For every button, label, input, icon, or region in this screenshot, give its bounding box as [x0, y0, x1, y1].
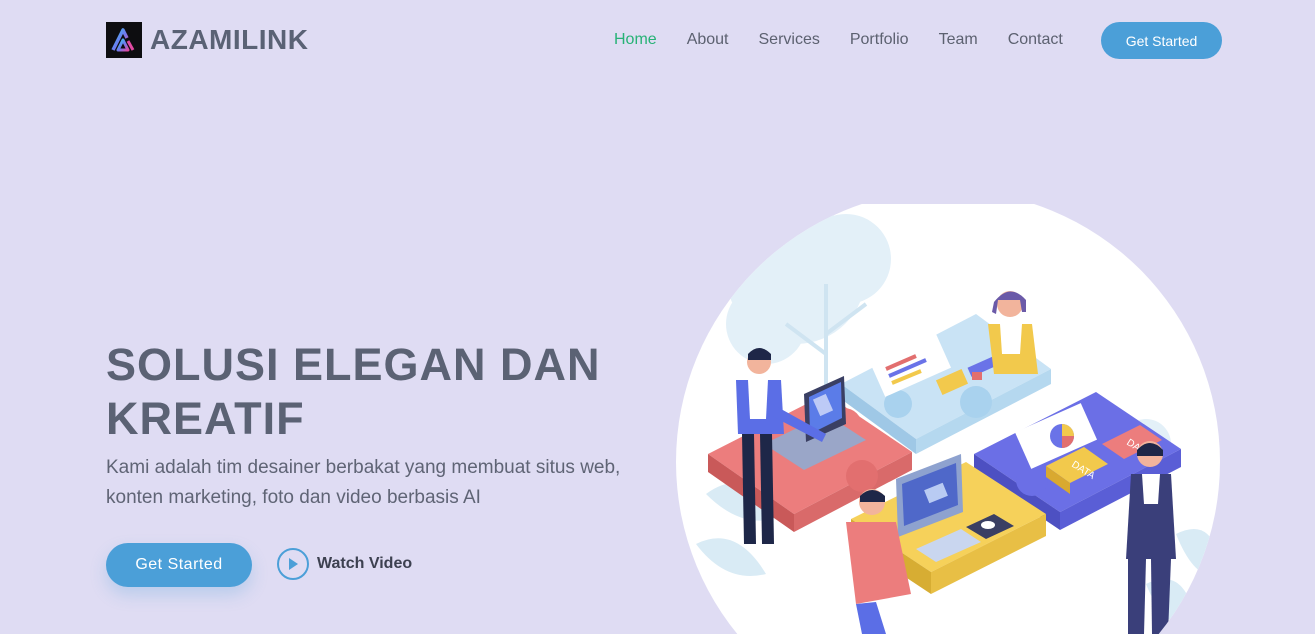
watch-video-link[interactable]: Watch Video	[277, 548, 412, 580]
brand-name: AZAMILINK	[150, 24, 309, 55]
hero-title-line1: SOLUSI ELEGAN DAN	[106, 339, 601, 390]
brand-logo[interactable]: AZAMILINK	[106, 22, 308, 58]
hero-illustration: DATA DATA	[676, 204, 1220, 634]
hero-subtitle-line2: konten marketing, foto dan video berbasi…	[106, 487, 481, 508]
main-nav: Home About Services Portfolio Team Conta…	[614, 31, 1093, 49]
nav-contact[interactable]: Contact	[1008, 31, 1063, 49]
site-header: AZAMILINK Home About Services Portfolio …	[0, 0, 1315, 82]
hero-subtitle-line1: Kami adalah tim desainer berbakat yang m…	[106, 457, 621, 478]
hero-get-started-button[interactable]: Get Started	[106, 543, 252, 587]
nav-portfolio[interactable]: Portfolio	[850, 31, 909, 49]
nav-about[interactable]: About	[687, 31, 729, 49]
hero-title: SOLUSI ELEGAN DAN KREATIF	[106, 338, 666, 446]
hero-subtitle: Kami adalah tim desainer berbakat yang m…	[106, 453, 676, 513]
logo-icon	[106, 22, 142, 58]
header-get-started-button[interactable]: Get Started	[1101, 22, 1222, 59]
nav-team[interactable]: Team	[939, 31, 978, 49]
nav-home[interactable]: Home	[614, 31, 657, 49]
play-icon	[277, 548, 309, 580]
hero-title-line2: KREATIF	[106, 393, 305, 444]
watch-video-label: Watch Video	[317, 555, 413, 572]
nav-services[interactable]: Services	[759, 31, 820, 49]
